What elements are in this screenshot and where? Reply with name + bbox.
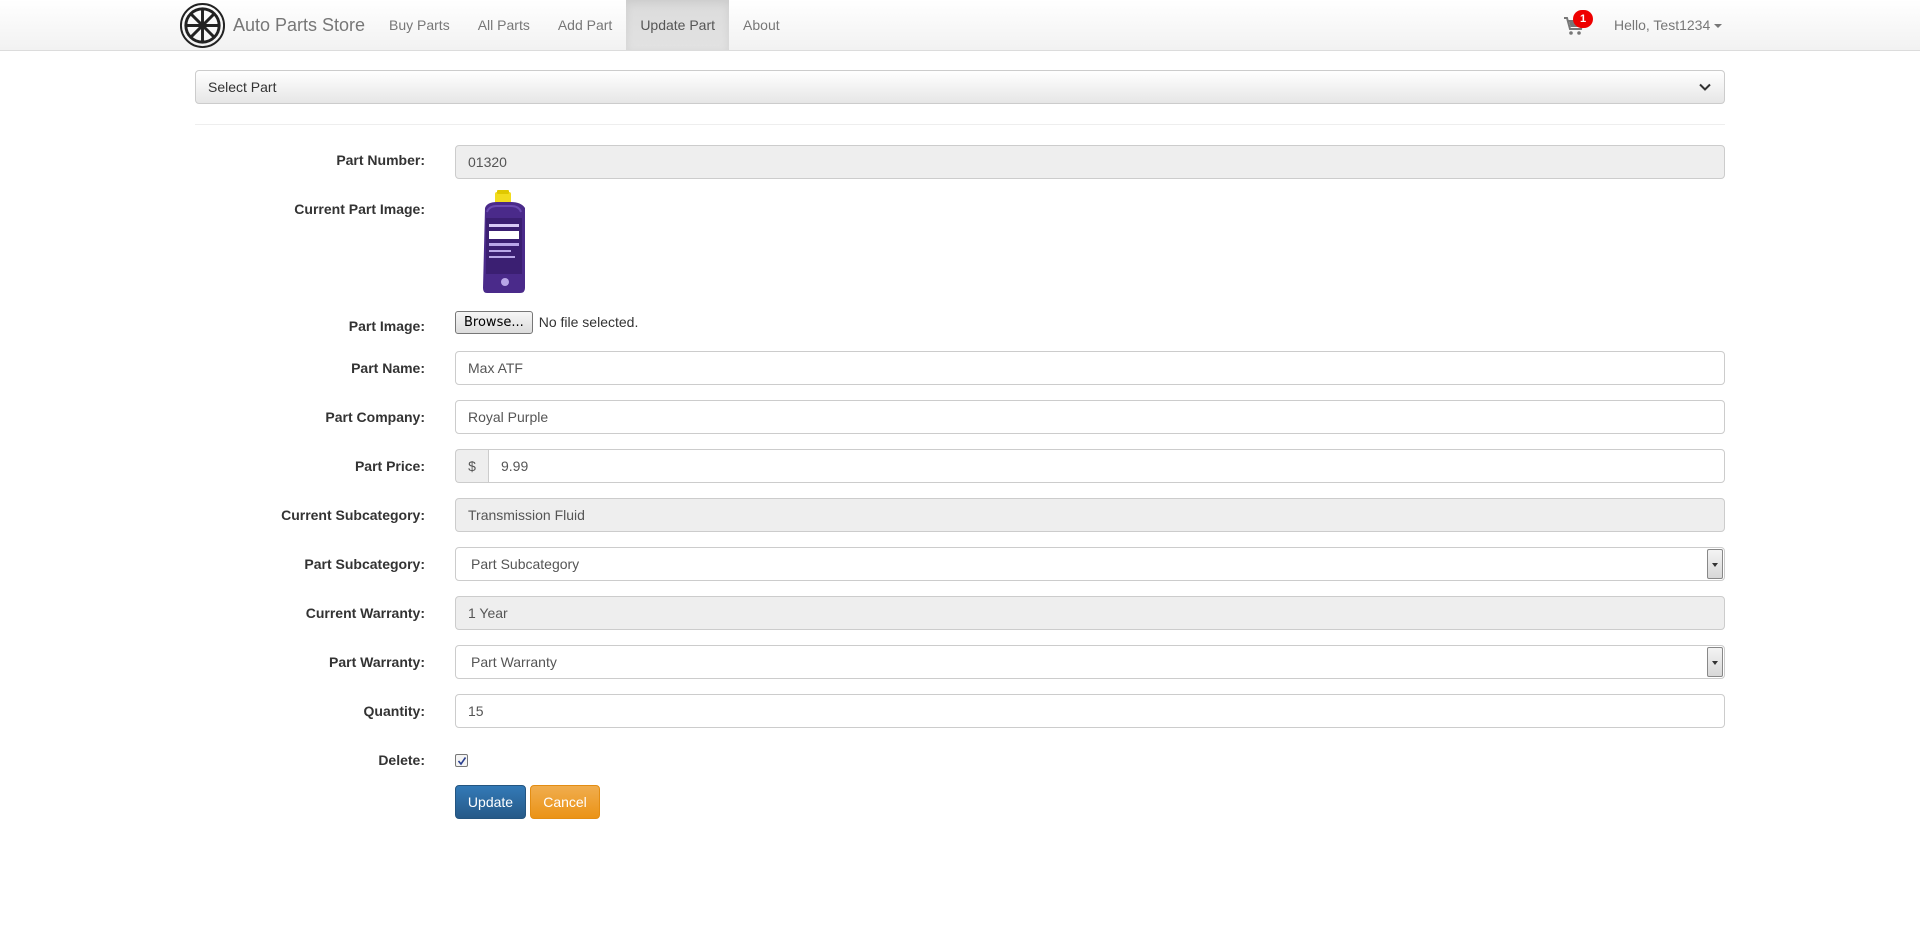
current-part-image [483,190,525,293]
part-name-input[interactable]: Max ATF [455,351,1725,385]
delete-label: Delete: [378,752,425,768]
quantity-label: Quantity: [363,703,425,719]
part-company-input[interactable]: Royal Purple [455,400,1725,434]
part-warranty-value: Part Warranty [471,654,557,670]
part-subcategory-value: Part Subcategory [471,556,580,572]
delete-checkbox[interactable] [455,754,468,767]
navbar: Auto Parts Store Buy Parts All Parts Add… [0,0,1920,51]
part-warranty-select[interactable]: Part Warranty [455,645,1725,679]
caret-down-icon [1714,24,1723,29]
currency-addon: $ [455,449,488,483]
cart-count-badge: 1 [1573,10,1593,28]
chevron-down-icon [1699,83,1711,91]
checkmark-icon [457,757,467,766]
cancel-button[interactable]: Cancel [530,785,600,819]
part-price-input[interactable]: 9.99 [488,449,1725,483]
select-part-label: Select Part [208,79,277,95]
select-arrow-icon [1707,647,1723,677]
user-greeting: Hello, Test1234 [1614,17,1711,33]
part-number-field: 01320 [455,145,1725,179]
current-subcategory-field: Transmission Fluid [455,498,1725,532]
quantity-input[interactable]: 15 [455,694,1725,728]
part-price-group: $ 9.99 [455,449,1725,483]
user-menu-dropdown[interactable]: Hello, Test1234 [1614,0,1723,50]
select-arrow-icon [1707,549,1723,579]
part-image-label: Part Image: [348,318,425,334]
current-subcategory-label: Current Subcategory: [281,507,425,523]
part-number-label: Part Number: [336,152,425,168]
select-part-dropdown[interactable]: Select Part [195,70,1725,104]
nav-buy-parts[interactable]: Buy Parts [375,0,464,50]
wheel-logo-icon [179,2,226,49]
nav-about[interactable]: About [729,0,794,50]
nav-all-parts[interactable]: All Parts [464,0,544,50]
part-company-label: Part Company: [325,409,425,425]
divider [195,124,1725,125]
current-part-image-label: Current Part Image: [294,201,425,217]
brand-name: Auto Parts Store [233,15,366,35]
update-button[interactable]: Update [455,785,526,819]
nav-update-part[interactable]: Update Part [626,0,730,50]
file-status-text: No file selected. [538,314,639,330]
current-warranty-field: 1 Year [455,596,1725,630]
nav-add-part[interactable]: Add Part [544,0,626,50]
part-subcategory-select[interactable]: Part Subcategory [455,547,1725,581]
part-subcategory-label: Part Subcategory: [304,556,425,572]
current-warranty-label: Current Warranty: [305,605,425,621]
part-image-file-input: Browse... No file selected. [455,310,638,334]
part-name-label: Part Name: [351,360,425,376]
brand-link[interactable]: Auto Parts Store [179,2,365,49]
main-nav: Buy Parts All Parts Add Part Update Part… [375,0,794,50]
browse-button[interactable]: Browse... [455,310,533,334]
part-price-label: Part Price: [354,458,425,474]
part-warranty-label: Part Warranty: [329,654,425,670]
